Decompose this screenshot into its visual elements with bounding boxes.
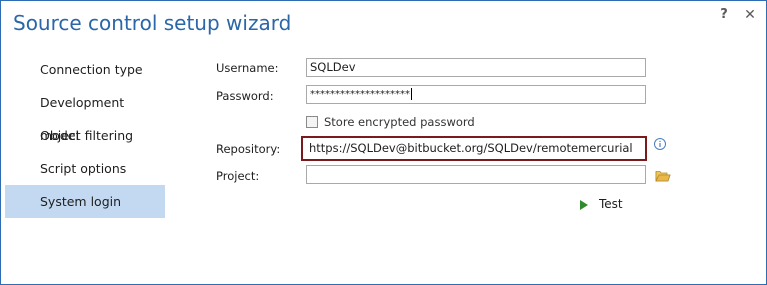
- repository-label: Repository:: [216, 142, 281, 156]
- password-label: Password:: [216, 89, 274, 103]
- project-label: Project:: [216, 169, 260, 183]
- sidebar-item-system-login[interactable]: System login: [5, 185, 165, 218]
- test-button-label: Test: [599, 197, 623, 211]
- window-title: Source control setup wizard: [13, 11, 292, 35]
- sidebar-item-connection-type[interactable]: Connection type: [5, 53, 165, 86]
- project-field[interactable]: [306, 165, 646, 184]
- repository-field[interactable]: https://SQLDev@bitbucket.org/SQLDev/remo…: [301, 136, 647, 161]
- username-label: Username:: [216, 61, 279, 75]
- store-encrypted-label: Store encrypted password: [324, 115, 475, 129]
- username-field[interactable]: SQLDev: [306, 58, 646, 77]
- store-encrypted-checkbox[interactable]: [306, 116, 318, 128]
- sidebar-item-development-model[interactable]: Development model: [5, 86, 165, 143]
- sidebar-item-object-filtering[interactable]: Object filtering: [5, 119, 165, 152]
- wizard-steps-sidebar: Connection type Development model Object…: [5, 53, 165, 218]
- password-value: ********************: [310, 89, 410, 100]
- folder-icon[interactable]: [655, 169, 671, 183]
- text-caret: [411, 88, 412, 100]
- info-icon[interactable]: [653, 137, 667, 151]
- wizard-window: Source control setup wizard ? ✕ Connecti…: [0, 0, 767, 285]
- password-field[interactable]: ********************: [306, 85, 646, 104]
- play-icon: [580, 200, 588, 210]
- sidebar-item-script-options[interactable]: Script options: [5, 152, 165, 185]
- help-button[interactable]: ?: [714, 5, 734, 25]
- close-button[interactable]: ✕: [740, 5, 760, 25]
